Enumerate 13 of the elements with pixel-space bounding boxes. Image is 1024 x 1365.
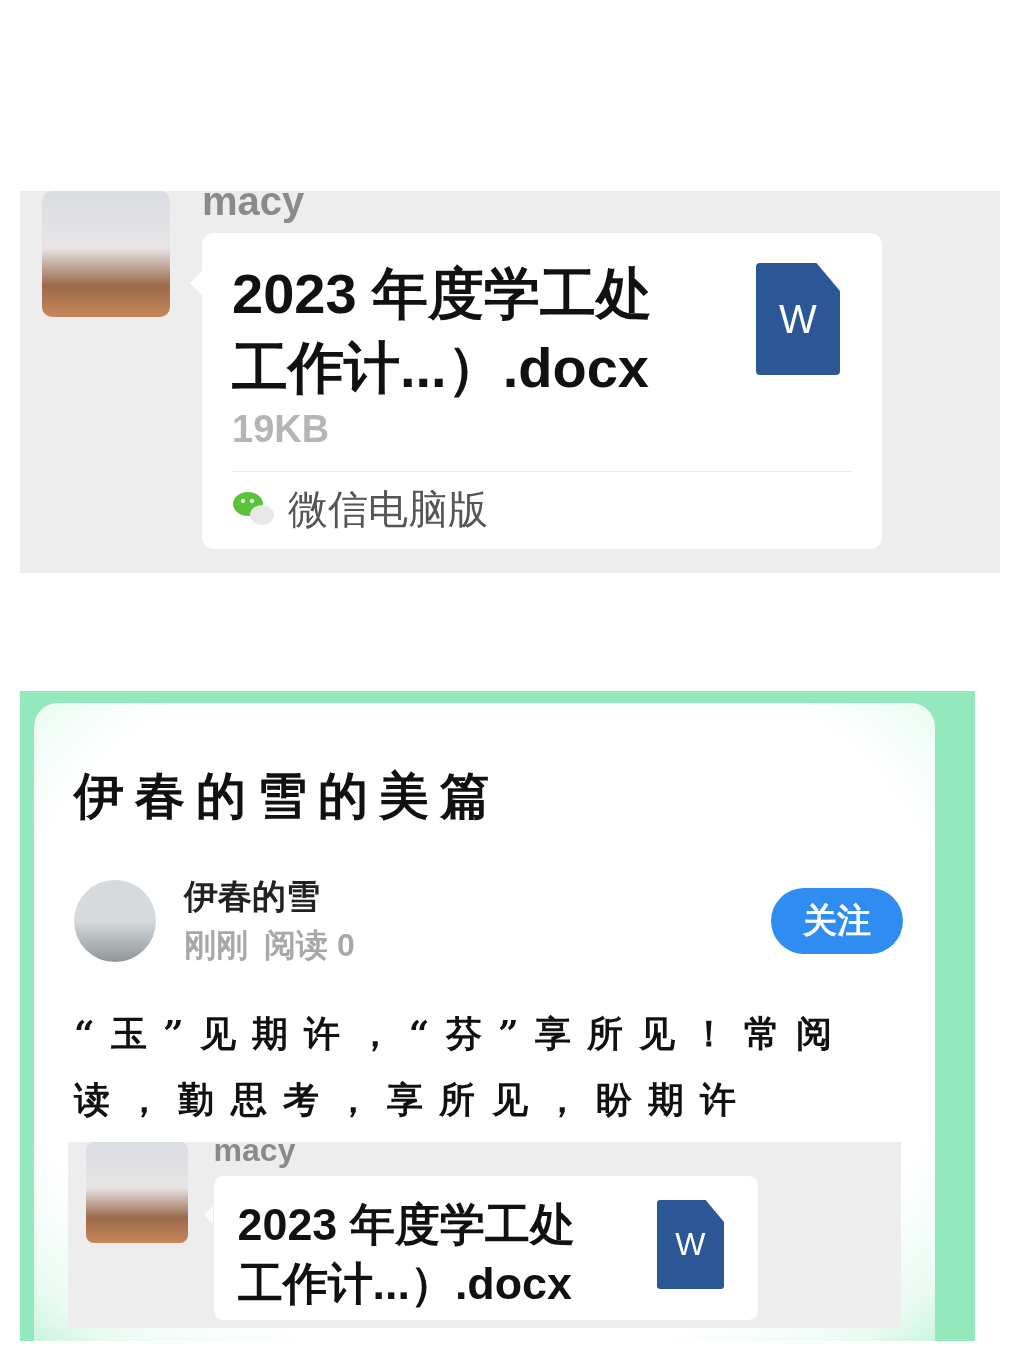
author-name[interactable]: 伊春的雪 <box>184 874 743 920</box>
file-size: 19KB <box>232 407 331 451</box>
file-name: 2023 年度学工处工作计...）.docx <box>232 261 654 402</box>
article-body: “玉”见期许，“芬”享所见！常阅读，勤思考，享所见，盼期许 <box>74 1011 850 1122</box>
word-file-icon: W <box>656 1199 724 1290</box>
post-time: 刚刚 <box>184 926 248 965</box>
file-name: 2023 年度学工处工作计...）.docx <box>237 1197 576 1311</box>
word-file-icon: W <box>756 263 840 375</box>
article-title: 伊春的雪的美篇 <box>74 765 502 827</box>
sender-name: macy <box>213 1135 297 1170</box>
read-count: 阅读 0 <box>264 926 355 965</box>
sender-name: macy <box>202 183 306 225</box>
source-label: 微信电脑版 <box>288 485 488 533</box>
